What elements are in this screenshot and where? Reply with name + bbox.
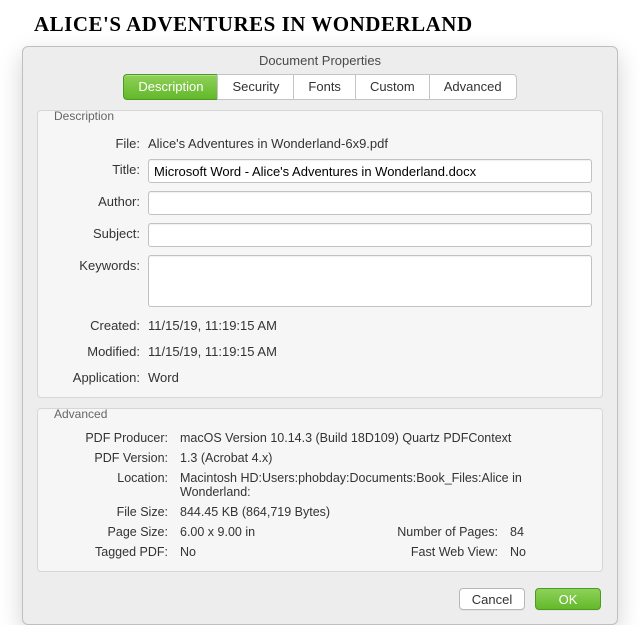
description-legend: Description <box>50 109 118 123</box>
tab-fonts[interactable]: Fonts <box>293 74 355 100</box>
tab-custom[interactable]: Custom <box>355 74 429 100</box>
keywords-label: Keywords: <box>48 255 148 273</box>
numpages-label: Number of Pages: <box>378 525 510 539</box>
file-value: Alice's Adventures in Wonderland-6x9.pdf <box>148 133 592 151</box>
filesize-value: 844.45 KB (864,719 Bytes) <box>180 505 592 519</box>
modified-label: Modified: <box>48 341 148 359</box>
file-label: File: <box>48 133 148 151</box>
application-label: Application: <box>48 367 148 385</box>
filesize-label: File Size: <box>48 505 180 519</box>
title-input[interactable] <box>148 159 592 183</box>
ok-button[interactable]: OK <box>535 588 601 610</box>
numpages-value: 84 <box>510 525 592 539</box>
author-label: Author: <box>48 191 148 209</box>
tagged-value: No <box>180 545 378 559</box>
subject-label: Subject: <box>48 223 148 241</box>
tagged-label: Tagged PDF: <box>48 545 180 559</box>
modified-value: 11/15/19, 11:19:15 AM <box>148 341 592 359</box>
document-properties-dialog: Document Properties Description Security… <box>22 46 618 625</box>
version-label: PDF Version: <box>48 451 180 465</box>
fastweb-label: Fast Web View: <box>378 545 510 559</box>
application-value: Word <box>148 367 592 385</box>
subject-input[interactable] <box>148 223 592 247</box>
tab-description[interactable]: Description <box>123 74 217 100</box>
author-input[interactable] <box>148 191 592 215</box>
dialog-title: Document Properties <box>23 47 617 74</box>
advanced-legend: Advanced <box>50 407 111 421</box>
location-label: Location: <box>48 471 180 499</box>
description-group: Description File: Alice's Adventures in … <box>37 110 603 398</box>
fastweb-value: No <box>510 545 592 559</box>
created-label: Created: <box>48 315 148 333</box>
page-title: ALICE'S ADVENTURES IN WONDERLAND <box>0 0 639 37</box>
cancel-button[interactable]: Cancel <box>459 588 525 610</box>
tab-security[interactable]: Security <box>217 74 293 100</box>
tab-advanced[interactable]: Advanced <box>429 74 517 100</box>
location-value: Macintosh HD:Users:phobday:Documents:Boo… <box>180 471 592 499</box>
created-value: 11/15/19, 11:19:15 AM <box>148 315 592 333</box>
producer-value: macOS Version 10.14.3 (Build 18D109) Qua… <box>180 431 592 445</box>
producer-label: PDF Producer: <box>48 431 180 445</box>
tab-bar: Description Security Fonts Custom Advanc… <box>23 74 617 104</box>
advanced-group: Advanced PDF Producer: macOS Version 10.… <box>37 408 603 572</box>
pagesize-label: Page Size: <box>48 525 180 539</box>
pagesize-value: 6.00 x 9.00 in <box>180 525 378 539</box>
keywords-input[interactable] <box>148 255 592 307</box>
title-label: Title: <box>48 159 148 177</box>
version-value: 1.3 (Acrobat 4.x) <box>180 451 592 465</box>
